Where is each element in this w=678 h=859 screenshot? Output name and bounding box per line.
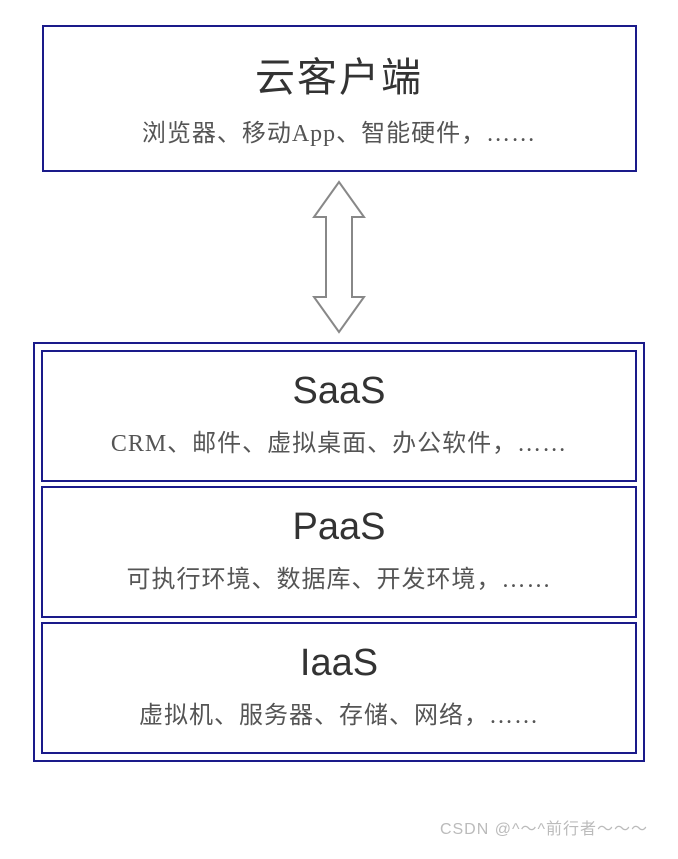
paas-layer-box: PaaS 可执行环境、数据库、开发环境，…… — [41, 486, 637, 618]
saas-title: SaaS — [53, 370, 625, 413]
cloud-architecture-diagram: 云客户端 浏览器、移动App、智能硬件，…… SaaS CRM、邮件、虚拟桌面、… — [30, 25, 648, 762]
paas-subtitle: 可执行环境、数据库、开发环境，…… — [53, 559, 625, 594]
saas-subtitle: CRM、邮件、虚拟桌面、办公软件，…… — [53, 423, 625, 458]
bidirectional-arrow-icon — [289, 177, 389, 337]
iaas-subtitle: 虚拟机、服务器、存储、网络，…… — [53, 695, 625, 730]
cloud-client-title: 云客户端 — [54, 45, 625, 103]
saas-layer-box: SaaS CRM、邮件、虚拟桌面、办公软件，…… — [41, 350, 637, 482]
iaas-title: IaaS — [53, 642, 625, 685]
watermark-text: CSDN @^～^前行者～～～ — [440, 815, 648, 839]
cloud-stack-container: SaaS CRM、邮件、虚拟桌面、办公软件，…… PaaS 可执行环境、数据库、… — [33, 342, 645, 762]
iaas-layer-box: IaaS 虚拟机、服务器、存储、网络，…… — [41, 622, 637, 754]
cloud-client-subtitle: 浏览器、移动App、智能硬件，…… — [54, 113, 625, 148]
cloud-client-box: 云客户端 浏览器、移动App、智能硬件，…… — [42, 25, 637, 172]
paas-title: PaaS — [53, 506, 625, 549]
